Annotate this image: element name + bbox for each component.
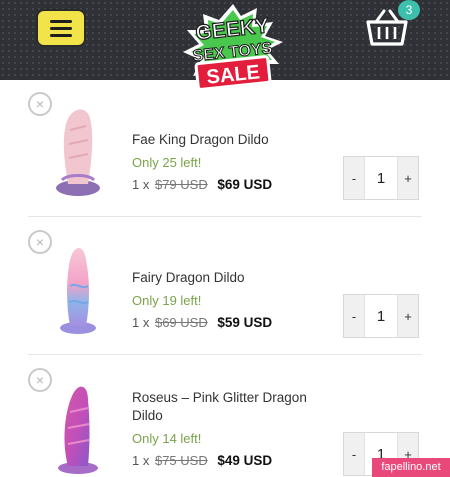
item-divider bbox=[28, 354, 422, 355]
stock-notice: Only 14 left! bbox=[132, 431, 202, 446]
site-header: GEEKY SEX TOYS SALE 3 bbox=[0, 0, 450, 91]
original-price: $79 USD bbox=[154, 177, 208, 192]
original-price: $75 USD bbox=[154, 453, 208, 468]
sale-price: $69 USD bbox=[217, 177, 273, 192]
hamburger-line bbox=[50, 33, 72, 37]
quantity-value[interactable]: 1 bbox=[364, 157, 398, 199]
product-title[interactable]: Roseus – Pink Glitter Dragon Dildo bbox=[132, 389, 332, 425]
cart-count-badge: 3 bbox=[398, 0, 420, 20]
quantity-prefix: 1 x bbox=[132, 453, 150, 468]
decrease-quantity-button[interactable]: - bbox=[344, 157, 364, 199]
price-line: 1 x $69 USD $59 USD bbox=[132, 315, 272, 330]
decrease-quantity-button[interactable]: - bbox=[344, 295, 364, 337]
stock-notice: Only 25 left! bbox=[132, 155, 202, 170]
cart-item: × Fairy Dragon Dildo Only 19 left! 1 x $… bbox=[0, 218, 450, 356]
hamburger-line bbox=[50, 19, 72, 23]
increase-quantity-button[interactable]: + bbox=[398, 157, 418, 199]
product-image bbox=[60, 248, 96, 334]
product-title[interactable]: Fairy Dragon Dildo bbox=[132, 269, 332, 287]
menu-button[interactable] bbox=[36, 9, 86, 47]
quantity-prefix: 1 x bbox=[132, 177, 150, 192]
increase-quantity-button[interactable]: + bbox=[398, 295, 418, 337]
decrease-quantity-button[interactable]: - bbox=[344, 433, 364, 475]
quantity-stepper: - 1 + bbox=[343, 156, 419, 200]
sale-price: $59 USD bbox=[217, 315, 273, 330]
price-line: 1 x $79 USD $69 USD bbox=[132, 177, 272, 192]
stock-notice: Only 19 left! bbox=[132, 293, 202, 308]
quantity-value[interactable]: 1 bbox=[364, 295, 398, 337]
product-image bbox=[58, 386, 98, 474]
quantity-prefix: 1 x bbox=[132, 315, 150, 330]
product-title[interactable]: Fae King Dragon Dildo bbox=[132, 131, 332, 149]
price-line: 1 x $75 USD $49 USD bbox=[132, 453, 272, 468]
quantity-stepper: - 1 + bbox=[343, 294, 419, 338]
cart-item: × Fae King Dragon Dildo Only 25 left! 1 … bbox=[0, 80, 450, 218]
hamburger-line bbox=[50, 26, 72, 30]
original-price: $69 USD bbox=[154, 315, 208, 330]
watermark: fapellino.net bbox=[372, 458, 450, 477]
item-divider bbox=[28, 216, 422, 217]
sale-price: $49 USD bbox=[217, 453, 273, 468]
product-image bbox=[56, 109, 100, 196]
